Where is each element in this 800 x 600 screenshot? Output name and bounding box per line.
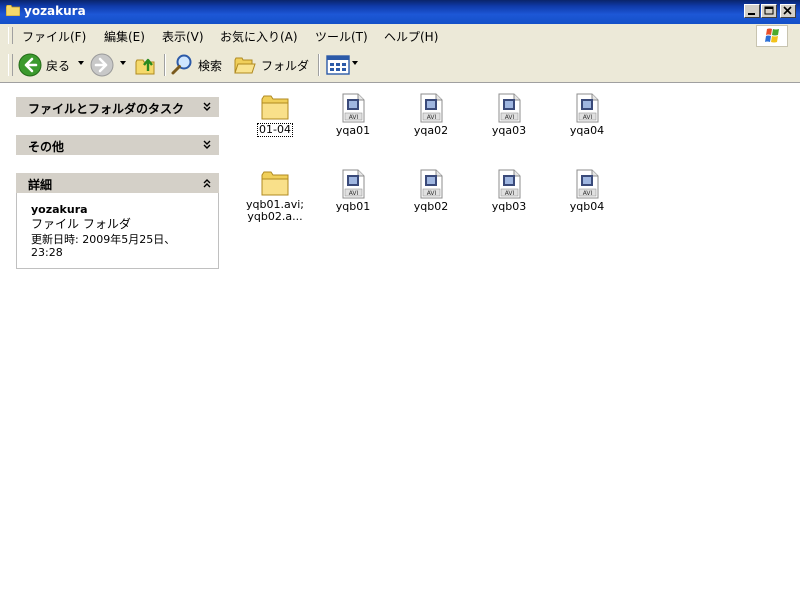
forward-button[interactable] xyxy=(90,52,114,78)
file-item-folder[interactable]: 01-04 xyxy=(232,93,318,137)
chevron-up-icon[interactable] xyxy=(201,176,213,190)
avi-file-icon: AVI xyxy=(342,169,365,199)
file-view: 01-04 AVI yqa01 AVI yqa02 AVI yqa03 AVI … xyxy=(232,83,800,600)
close-button[interactable] xyxy=(780,4,796,18)
file-item-label: 01-04 xyxy=(257,123,293,137)
search-button[interactable]: 検索 xyxy=(170,52,222,78)
file-item-label: yqa03 xyxy=(491,124,527,137)
file-item-avi[interactable]: AVI yqb02 xyxy=(388,169,474,213)
menu-help[interactable]: ヘルプ(H) xyxy=(384,28,438,45)
views-dropdown-arrow[interactable] xyxy=(352,61,358,65)
toolbar-separator xyxy=(164,54,166,76)
back-arrow-icon xyxy=(18,53,42,77)
folders-label: フォルダ xyxy=(261,58,310,73)
maximize-button[interactable] xyxy=(761,4,777,18)
up-folder-icon xyxy=(135,58,155,75)
file-item-avi[interactable]: AVI yqa02 xyxy=(388,93,474,137)
file-item-folder[interactable]: yqb01.avi; yqb02.a... xyxy=(232,169,318,223)
svg-text:AVI: AVI xyxy=(349,190,359,197)
other-places-header[interactable]: その他 xyxy=(16,135,219,155)
avi-file-icon: AVI xyxy=(576,169,599,199)
file-item-label: yqb01.avi; yqb02.a... xyxy=(246,198,304,223)
menu-edit[interactable]: 編集(E) xyxy=(104,28,145,45)
menu-favorites[interactable]: お気に入り(A) xyxy=(220,28,298,45)
file-item-label: yqa01 xyxy=(335,124,371,137)
minimize-icon xyxy=(748,13,755,15)
menu-grip[interactable] xyxy=(8,27,13,44)
windows-logo xyxy=(756,25,788,47)
details-header[interactable]: 詳細 xyxy=(16,173,219,193)
file-item-label: yqa04 xyxy=(569,124,605,137)
svg-text:AVI: AVI xyxy=(505,114,515,121)
svg-text:AVI: AVI xyxy=(427,190,437,197)
up-folder-button[interactable] xyxy=(134,52,158,78)
details-panel: yozakura ファイル フォルダ 更新日時: 2009年5月25日、23:2… xyxy=(16,193,219,269)
window-title: yozakura xyxy=(24,4,86,18)
chevron-down-icon[interactable] xyxy=(201,138,213,152)
file-folder-tasks-title: ファイルとフォルダのタスク xyxy=(28,102,185,116)
file-item-label: yqb02 xyxy=(413,200,449,213)
windows-flag-icon xyxy=(765,28,779,43)
back-label: 戻る xyxy=(46,58,71,73)
file-item-avi[interactable]: AVI yqb04 xyxy=(544,169,630,213)
folder-icon xyxy=(261,171,289,196)
avi-file-icon: AVI xyxy=(420,169,443,199)
folders-icon xyxy=(234,57,256,74)
standard-toolbar: 戻る 検索 フォルダ xyxy=(0,48,800,83)
toolbar-grip[interactable] xyxy=(8,54,13,76)
forward-arrow-icon xyxy=(90,53,114,77)
file-item-avi[interactable]: AVI yqa01 xyxy=(310,93,396,137)
explorer-window: yozakura ファイル(F) 編集(E) 表示(V) お気に入り(A) ツー… xyxy=(0,0,800,600)
file-item-avi[interactable]: AVI yqb03 xyxy=(466,169,552,213)
other-places-title: その他 xyxy=(28,140,65,154)
close-icon xyxy=(783,6,792,15)
file-item-label: yqa02 xyxy=(413,124,449,137)
avi-file-icon: AVI xyxy=(498,93,521,123)
menu-view[interactable]: 表示(V) xyxy=(162,28,204,45)
svg-text:AVI: AVI xyxy=(583,190,593,197)
task-pane: ファイルとフォルダのタスク その他 詳細 yozakura ファイル フォルダ … xyxy=(0,83,232,600)
menu-bar: ファイル(F) 編集(E) 表示(V) お気に入り(A) ツール(T) ヘルプ(… xyxy=(0,24,800,49)
menu-file[interactable]: ファイル(F) xyxy=(22,28,86,45)
forward-dropdown-arrow[interactable] xyxy=(120,61,126,65)
views-button[interactable] xyxy=(326,52,350,78)
folder-icon xyxy=(261,95,289,120)
details-modified-date: 更新日時: 2009年5月25日、23:28 xyxy=(31,233,176,259)
file-item-avi[interactable]: AVI yqa04 xyxy=(544,93,630,137)
file-item-label: yqb03 xyxy=(491,200,527,213)
file-item-label: yqb01 xyxy=(335,200,371,213)
svg-text:AVI: AVI xyxy=(583,114,593,121)
folders-button[interactable]: フォルダ xyxy=(233,52,309,78)
file-item-label: yqb04 xyxy=(569,200,605,213)
back-button[interactable]: 戻る xyxy=(18,52,70,78)
details-title: 詳細 xyxy=(28,178,53,192)
back-dropdown-arrow[interactable] xyxy=(78,61,84,65)
avi-file-icon: AVI xyxy=(576,93,599,123)
menu-tools[interactable]: ツール(T) xyxy=(315,28,368,45)
minimize-button[interactable] xyxy=(744,4,760,18)
avi-file-icon: AVI xyxy=(420,93,443,123)
folder-icon xyxy=(6,5,20,16)
avi-file-icon: AVI xyxy=(342,93,365,123)
file-item-avi[interactable]: AVI yqb01 xyxy=(310,169,396,213)
details-item-type: ファイル フォルダ xyxy=(31,217,131,231)
svg-text:AVI: AVI xyxy=(427,114,437,121)
views-icon xyxy=(326,55,350,75)
avi-file-icon: AVI xyxy=(498,169,521,199)
title-bar[interactable]: yozakura xyxy=(0,0,800,24)
maximize-icon xyxy=(764,6,774,15)
toolbar-separator xyxy=(318,54,320,76)
search-label: 検索 xyxy=(198,58,223,73)
file-folder-tasks-header[interactable]: ファイルとフォルダのタスク xyxy=(16,97,219,117)
file-item-avi[interactable]: AVI yqa03 xyxy=(466,93,552,137)
chevron-down-icon[interactable] xyxy=(201,100,213,114)
svg-text:AVI: AVI xyxy=(349,114,359,121)
svg-text:AVI: AVI xyxy=(505,190,515,197)
search-icon xyxy=(171,54,192,75)
